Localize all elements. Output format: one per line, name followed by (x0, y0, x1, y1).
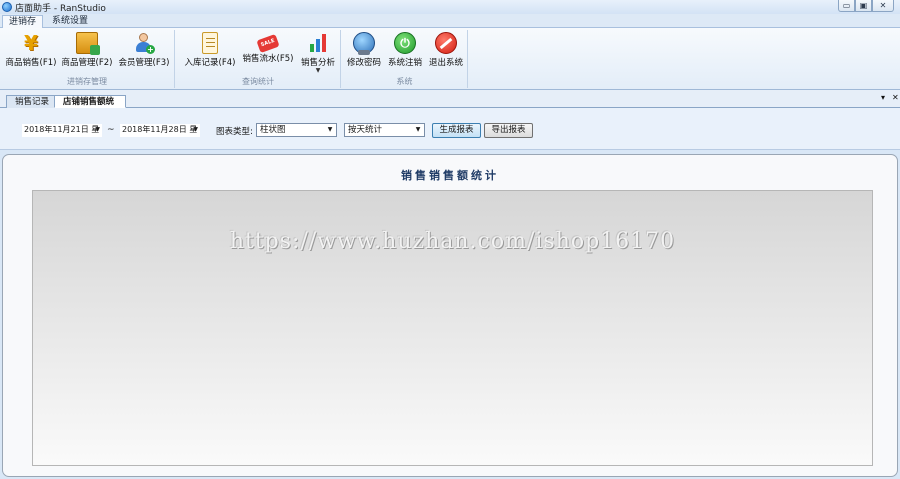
logout-button[interactable]: ⏻ 系统注销 (386, 32, 424, 68)
close-button[interactable]: ✕ (872, 0, 894, 12)
exit-label: 退出系统 (428, 58, 463, 68)
chart-type-value: 柱状图 (260, 125, 286, 135)
stock-in-record-button[interactable]: 入库记录(F4) (182, 32, 238, 68)
change-password-label: 修改密码 (346, 58, 381, 68)
change-password-button[interactable]: 修改密码 (345, 32, 383, 68)
date-range-separator: ~ (107, 125, 115, 135)
chevron-down-icon: ▼ (95, 126, 100, 133)
tab-dropdown-icon[interactable]: ▾ (881, 93, 885, 102)
group-system: 修改密码 ⏻ 系统注销 退出系统 系统 (342, 30, 468, 88)
export-report-button[interactable]: 导出报表 (484, 123, 533, 138)
maximize-button[interactable]: ▣ (855, 0, 872, 12)
globe-user-icon (353, 32, 375, 55)
stat-mode-value: 按天统计 (348, 125, 383, 135)
product-sales-button[interactable]: ¥ 商品销售(F1) (4, 32, 58, 68)
tab-close-icon[interactable]: ✕ (892, 93, 899, 102)
sales-analysis-button[interactable]: 销售分析 ▼ (298, 32, 338, 74)
chart-panel: 销售销售额统计 https://www.huzhan.com/ishop1617… (2, 154, 898, 477)
chevron-down-icon: ▼ (415, 126, 421, 133)
sale-tag-icon: SALE (256, 33, 280, 54)
menu-tab-inventory[interactable]: 进销存 (2, 15, 44, 28)
group-query: 入库记录(F4) SALE 销售流水(F5) 销售分析 ▼ 查询统计 (176, 30, 341, 88)
start-date-picker[interactable]: 2018年11月21日 星 ▼ (22, 124, 102, 137)
exit-button[interactable]: 退出系统 (427, 32, 465, 68)
chart-type-select[interactable]: 柱状图 ▼ (256, 123, 337, 137)
watermark-text: https://www.huzhan.com/ishop16170 (229, 229, 676, 254)
product-manage-label: 商品管理(F2) (61, 58, 113, 68)
product-manage-button[interactable]: 商品管理(F2) (60, 32, 114, 68)
window-controls: ▭ ▣ ✕ (838, 0, 900, 14)
tab-sales-records[interactable]: 销售记录 (6, 95, 56, 108)
stock-in-record-label: 入库记录(F4) (184, 58, 236, 68)
group-label-query: 查询统计 (242, 77, 274, 86)
box-icon (76, 32, 100, 55)
group-label-system: 系统 (396, 77, 413, 86)
filter-bar: 2018年11月21日 星 ▼ ~ 2018年11月28日 星 ▼ 图表类型: … (0, 108, 900, 150)
product-sales-label: 商品销售(F1) (5, 58, 57, 68)
end-date-picker[interactable]: 2018年11月28日 星 ▼ (120, 124, 200, 137)
start-date-value: 2018年11月21日 星 (24, 125, 100, 134)
menu-bar: 进销存 系统设置 (0, 14, 900, 28)
logout-label: 系统注销 (387, 58, 422, 68)
app-logo-icon (2, 2, 12, 12)
minimize-button[interactable]: ▭ (838, 0, 855, 12)
yen-icon: ¥ (24, 31, 38, 55)
user-add-icon: + (133, 32, 155, 54)
member-manage-label: 会员管理(F3) (118, 58, 170, 68)
chart-type-label: 图表类型: (216, 127, 253, 137)
chevron-down-icon: ▼ (193, 126, 198, 133)
title-bar: 店面助手 - RanStudio ▭ ▣ ✕ (0, 0, 900, 14)
generate-report-button[interactable]: 生成报表 (432, 123, 481, 138)
group-inventory: ¥ 商品销售(F1) 商品管理(F2) + 会员管理(F3) 进销存管理 (0, 30, 175, 88)
chart-title: 销售销售额统计 (401, 169, 499, 182)
end-date-value: 2018年11月28日 星 (122, 125, 198, 134)
member-manage-button[interactable]: + 会员管理(F3) (116, 32, 172, 68)
chart-plot-area: https://www.huzhan.com/ishop16170 (32, 190, 873, 466)
tab-store-sales-stats[interactable]: 店铺销售额统计 (54, 95, 126, 119)
stat-mode-select[interactable]: 按天统计 ▼ (344, 123, 425, 137)
window-title: 店面助手 - RanStudio (15, 3, 106, 14)
chevron-down-icon: ▼ (327, 126, 333, 133)
bar-chart-icon (307, 32, 329, 54)
document-tabs: 销售记录 店铺销售额统计 ▾ ✕ (0, 90, 900, 119)
stop-icon (435, 32, 457, 54)
power-icon: ⏻ (394, 32, 416, 54)
chevron-down-icon: ▼ (315, 67, 321, 74)
clipboard-icon (202, 32, 218, 54)
ribbon-toolbar: ¥ 商品销售(F1) 商品管理(F2) + 会员管理(F3) 进销存管理 入库记… (0, 28, 900, 90)
sales-flow-label: 销售流水(F5) (242, 54, 294, 64)
group-label-inventory: 进销存管理 (67, 77, 107, 86)
menu-tab-settings[interactable]: 系统设置 (46, 15, 94, 28)
sales-flow-button[interactable]: SALE 销售流水(F5) (240, 32, 296, 64)
